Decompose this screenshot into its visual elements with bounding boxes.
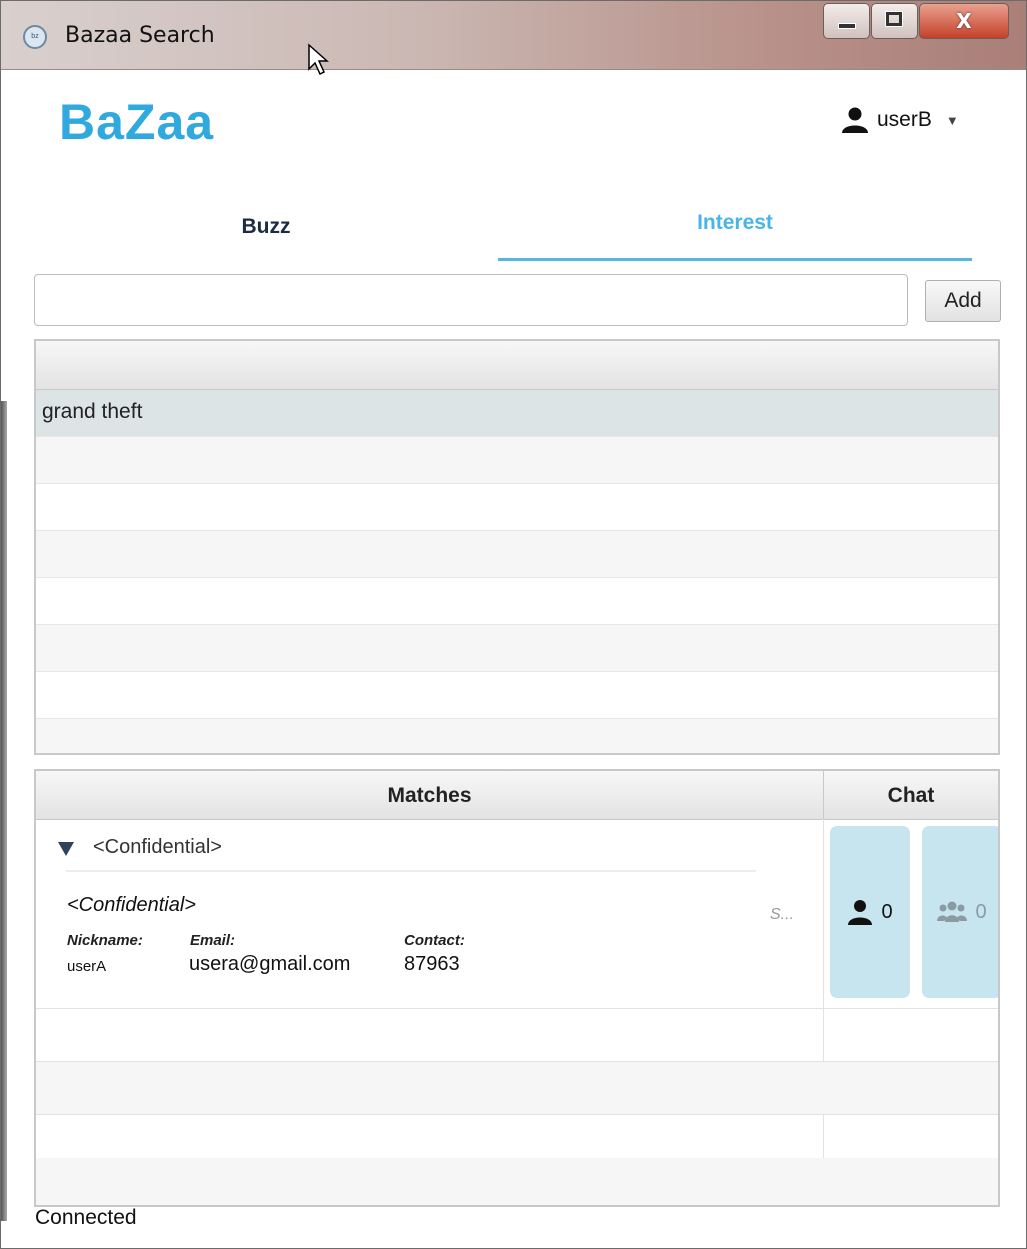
maximize-button[interactable] (871, 3, 918, 39)
window-title: Bazaa Search (65, 23, 215, 48)
tab-interest[interactable]: Interest (498, 211, 972, 235)
close-button[interactable]: X (919, 3, 1009, 39)
interests-table-header (36, 341, 998, 390)
interests-table: grand theft (34, 339, 1000, 755)
column-header-chat[interactable]: Chat (824, 771, 998, 819)
bazaa-logo: BaZaa (59, 94, 215, 150)
active-tab-indicator (498, 258, 972, 261)
private-chat-count: 0 (881, 900, 893, 923)
app-window: bz Bazaa Search X BaZaa userB ▼ Buzz Int… (0, 0, 1027, 1249)
nickname-label: Nickname: (67, 932, 143, 949)
empty-row (36, 1062, 998, 1115)
window-edge-shadow (1, 401, 7, 1221)
empty-row (36, 719, 998, 753)
interest-row[interactable]: grand theft (36, 390, 998, 437)
empty-row (36, 484, 998, 531)
empty-row (36, 672, 998, 719)
divider (66, 870, 756, 872)
chevron-down-icon[interactable]: ▼ (946, 113, 959, 128)
email-label: Email: (190, 932, 236, 949)
interest-input[interactable] (34, 274, 908, 326)
mouse-cursor-icon (308, 43, 329, 76)
user-name: userB (877, 108, 932, 131)
maximize-icon (885, 11, 903, 27)
empty-row (36, 1158, 998, 1205)
minimize-button[interactable] (823, 3, 870, 39)
user-menu[interactable]: userB ▼ (841, 105, 959, 135)
group-icon (937, 901, 968, 922)
matches-table: Matches Chat <Confidential> <Confidentia… (34, 769, 1000, 1207)
match-title: <Confidential> (93, 836, 222, 858)
private-chat-button[interactable]: 0 (830, 826, 910, 998)
contact-label: Contact: (404, 932, 465, 949)
empty-row (36, 437, 998, 484)
group-chat-button[interactable]: 0 (922, 826, 998, 998)
connection-status: Connected (35, 1206, 137, 1229)
match-description: <Confidential> (67, 894, 196, 916)
column-header-matches[interactable]: Matches (36, 771, 824, 819)
match-status: S... (770, 906, 795, 923)
expand-triangle-icon[interactable] (58, 842, 74, 856)
match-row[interactable]: <Confidential> <Confidential> Nickname: … (36, 820, 998, 1009)
user-icon (842, 107, 868, 133)
minimize-icon (838, 23, 856, 29)
empty-row (36, 1110, 998, 1163)
bazaa-app-icon: bz (23, 25, 47, 49)
matches-table-header: Matches Chat (36, 771, 998, 820)
user-icon (848, 900, 873, 925)
empty-row (36, 625, 998, 672)
title-bar[interactable]: bz Bazaa Search X (1, 1, 1026, 70)
close-icon: X (956, 9, 972, 33)
add-button[interactable]: Add (925, 280, 1001, 322)
email-value: usera@gmail.com (189, 953, 351, 975)
nickname-value: userA (67, 958, 107, 975)
group-chat-count: 0 (975, 900, 987, 923)
contact-value: 87963 (404, 953, 460, 975)
empty-row (36, 1009, 998, 1062)
tab-buzz[interactable]: Buzz (31, 215, 501, 239)
empty-row (36, 531, 998, 578)
empty-row (36, 578, 998, 625)
